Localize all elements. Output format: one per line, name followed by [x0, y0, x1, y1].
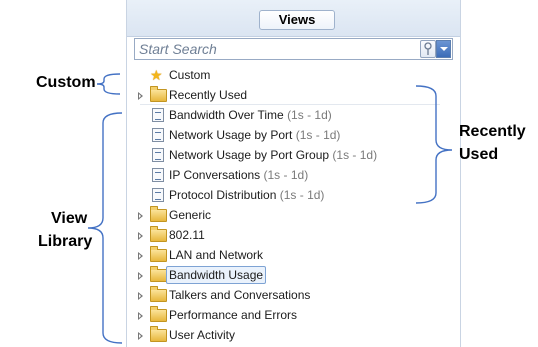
annotation-custom: Custom: [36, 74, 96, 91]
annotation-brackets: [87, 73, 453, 344]
recently-used-bracket: [415, 85, 453, 204]
annotation-recently-used-line2: Used: [459, 146, 499, 163]
annotation-view-library-line1: View: [51, 210, 88, 227]
view-library-bracket: [87, 112, 123, 344]
annotation-view-library-line2: Library: [38, 233, 93, 250]
annotation-recently-used-line1: Recently: [459, 123, 526, 140]
custom-bracket: [96, 73, 121, 95]
